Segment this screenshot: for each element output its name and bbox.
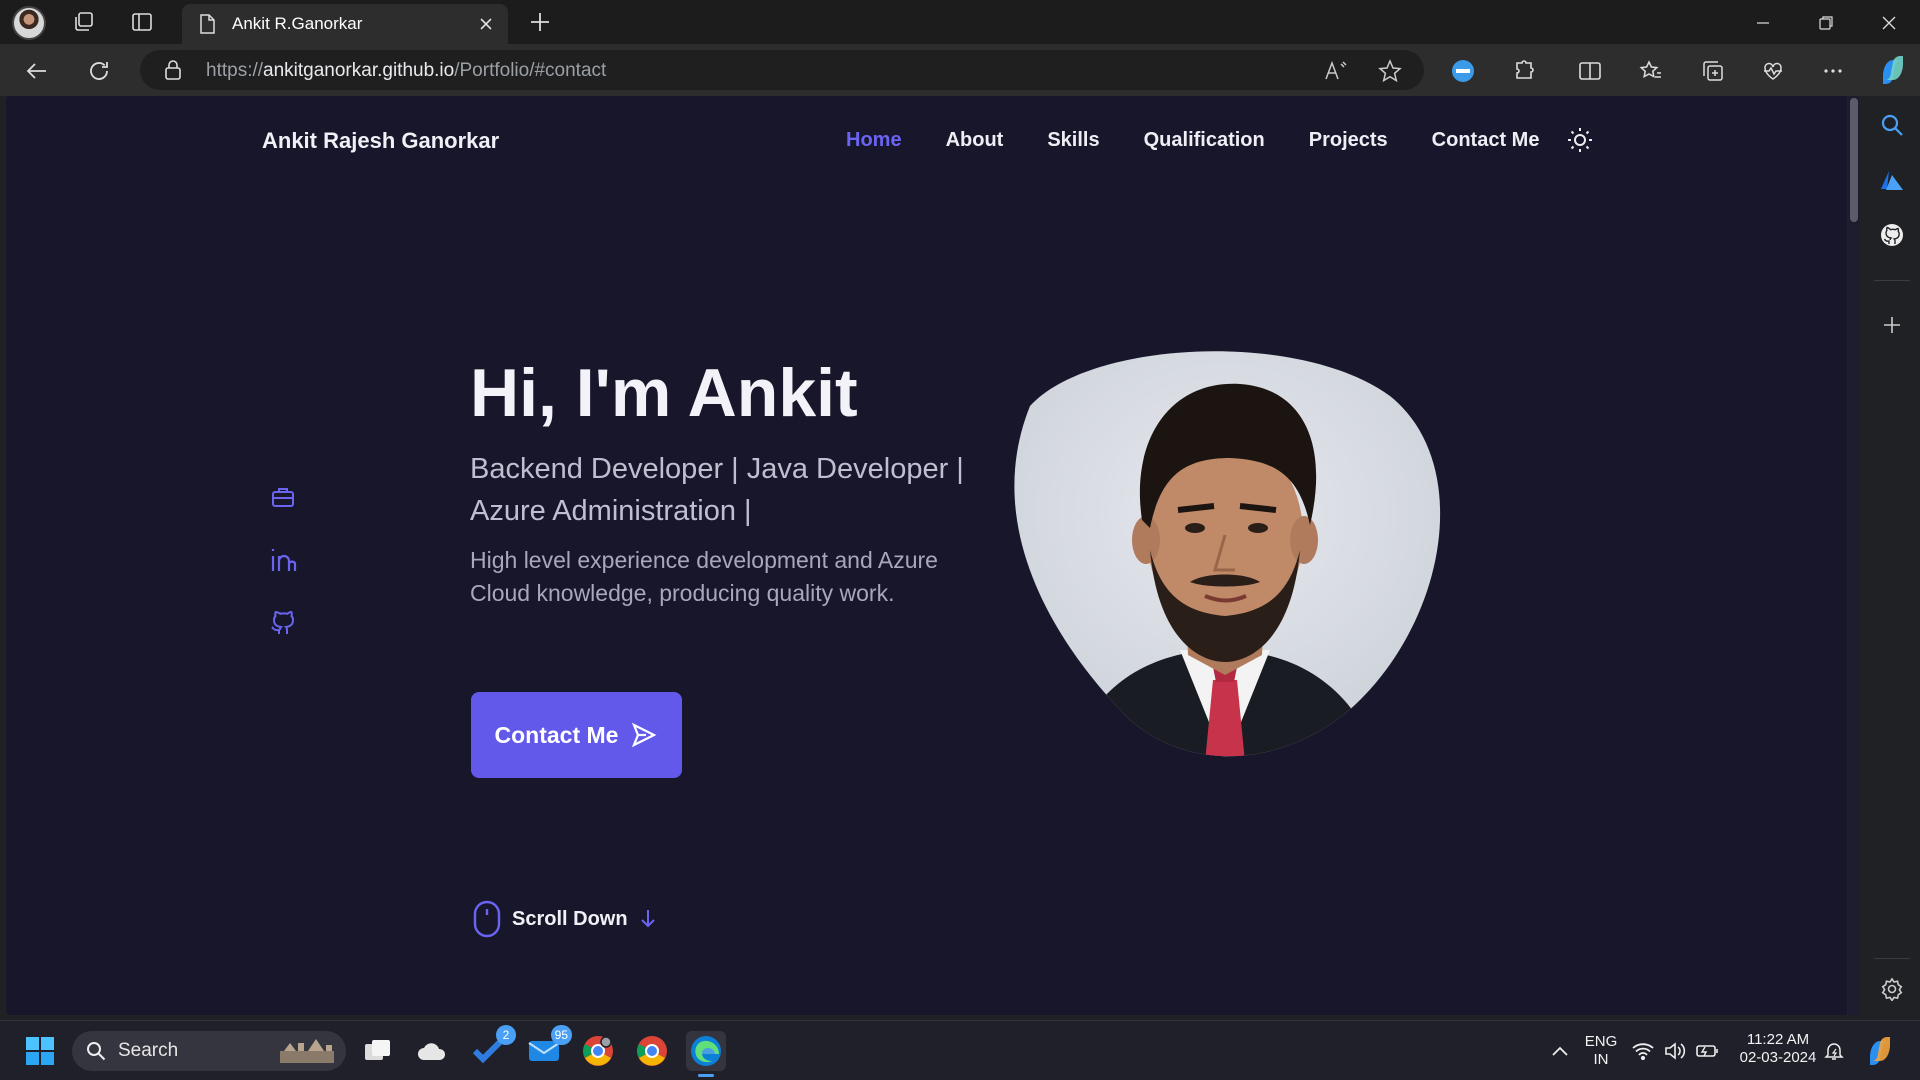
address-bar[interactable]: https://ankitganorkar.github.io/Portfoli…	[140, 50, 1424, 90]
profile-photo	[1014, 351, 1441, 757]
refresh-icon[interactable]	[86, 58, 112, 84]
nav-home[interactable]: Home	[846, 129, 902, 152]
github-icon[interactable]	[268, 608, 298, 638]
active-tab[interactable]: Ankit R.Ganorkar	[182, 4, 508, 44]
browser-toolbar: https://ankitganorkar.github.io/Portfoli…	[0, 44, 1920, 96]
mail-badge: 95	[550, 1025, 572, 1045]
search-placeholder: Search	[118, 1040, 179, 1061]
page-viewport: Ankit Rajesh Ganorkar Home About Skills …	[6, 96, 1847, 1015]
more-options-icon[interactable]	[1820, 58, 1846, 84]
mail-app-icon[interactable]: 95	[524, 1025, 572, 1071]
nav-about[interactable]: About	[946, 129, 1004, 152]
briefcase-icon[interactable]	[268, 482, 298, 512]
tray-overflow-chevron-icon[interactable]	[1540, 1031, 1580, 1071]
sidebar-settings-icon[interactable]	[1879, 976, 1905, 1002]
clock-time: 11:22 AM	[1746, 1031, 1810, 1048]
site-brand[interactable]: Ankit Rajesh Ganorkar	[262, 128, 499, 154]
chrome-profile-icon[interactable]	[578, 1031, 618, 1071]
arrow-down-icon	[640, 910, 655, 928]
wifi-icon[interactable]	[1628, 1031, 1658, 1071]
linkedin-icon[interactable]	[268, 545, 298, 575]
nav-contact-me[interactable]: Contact Me	[1432, 129, 1540, 152]
sidebar-azure-icon[interactable]	[1879, 168, 1905, 194]
read-aloud-icon[interactable]	[1324, 60, 1348, 82]
todo-app-icon[interactable]: 2	[468, 1025, 516, 1071]
scroll-down-label: Scroll Down	[512, 907, 628, 930]
collections-icon[interactable]	[1700, 58, 1726, 84]
tab-title: Ankit R.Ganorkar	[232, 14, 363, 33]
hero-description: High level experience development and Az…	[470, 547, 938, 606]
profile-avatar[interactable]	[12, 6, 46, 40]
nav-qualification[interactable]: Qualification	[1144, 129, 1265, 152]
browser-essentials-icon[interactable]	[1760, 58, 1786, 84]
extension-ball-icon[interactable]	[1450, 58, 1476, 84]
copilot-taskbar-icon[interactable]	[1860, 1031, 1900, 1071]
edge-sidebar	[1862, 96, 1920, 1015]
extensions-puzzle-icon[interactable]	[1512, 58, 1538, 84]
scrollbar-thumb[interactable]	[1850, 98, 1858, 222]
browser-tab-strip: Ankit R.Ganorkar	[0, 0, 1920, 44]
scroll-down-link[interactable]: Scroll Down	[472, 900, 658, 938]
close-window-icon[interactable]	[1876, 10, 1902, 36]
send-icon	[632, 722, 657, 748]
split-screen-icon[interactable]	[1577, 58, 1603, 84]
nav-projects[interactable]: Projects	[1309, 129, 1388, 152]
todo-badge: 2	[496, 1025, 516, 1045]
workspaces-icon[interactable]	[72, 10, 96, 34]
page-icon	[200, 14, 215, 34]
theme-toggle-sun-icon[interactable]	[1566, 126, 1594, 154]
search-highlight-icon	[280, 1039, 334, 1063]
url-text[interactable]: https://ankitganorkar.github.io/Portfoli…	[206, 60, 606, 82]
sidebar-add-icon[interactable]	[1879, 312, 1905, 338]
weather-icon[interactable]	[412, 1031, 452, 1071]
chrome-icon[interactable]	[632, 1031, 672, 1071]
nav-skills[interactable]: Skills	[1047, 129, 1099, 152]
copilot-icon[interactable]	[1876, 53, 1910, 87]
favorite-star-icon[interactable]	[1378, 59, 1402, 83]
restore-icon[interactable]	[1813, 10, 1839, 36]
notifications-bell-icon[interactable]	[1816, 1031, 1852, 1071]
new-tab-icon[interactable]	[528, 10, 552, 34]
hero-subtitle: Backend Developer | Java Developer | Azu…	[470, 453, 964, 527]
close-tab-icon[interactable]	[478, 16, 494, 32]
task-view-icon[interactable]	[358, 1031, 398, 1071]
vertical-tabs-icon[interactable]	[130, 10, 154, 34]
hero-title: Hi, I'm Ankit	[470, 355, 858, 431]
mouse-icon	[473, 900, 501, 938]
site-nav: Home About Skills Qualification Projects…	[846, 129, 1583, 152]
favorites-icon[interactable]	[1638, 58, 1664, 84]
sidebar-divider	[1874, 280, 1910, 281]
taskbar-search[interactable]: Search	[72, 1031, 346, 1071]
battery-icon[interactable]	[1692, 1031, 1722, 1071]
lock-icon[interactable]	[164, 60, 182, 80]
volume-icon[interactable]	[1660, 1031, 1690, 1071]
clock[interactable]: 11:22 AM 02-03-2024	[1730, 1031, 1826, 1067]
windows-start-icon[interactable]	[20, 1031, 60, 1071]
language-indicator[interactable]: ENG IN	[1580, 1033, 1622, 1069]
contact-me-button[interactable]: Contact Me	[471, 692, 682, 778]
minimize-icon[interactable]	[1750, 10, 1776, 36]
edge-icon[interactable]	[686, 1031, 726, 1077]
windows-taskbar: Search 2 95 ENG IN 11:22 AM 02-03-2024	[0, 1020, 1920, 1080]
search-icon	[87, 1042, 106, 1061]
sidebar-divider	[1874, 958, 1910, 959]
contact-me-button-label: Contact Me	[494, 721, 619, 748]
back-icon[interactable]	[24, 58, 50, 84]
sidebar-search-icon[interactable]	[1879, 112, 1905, 138]
clock-date: 02-03-2024	[1739, 1049, 1817, 1066]
page-scrollbar[interactable]	[1848, 96, 1860, 1015]
sidebar-github-icon[interactable]	[1879, 222, 1905, 248]
